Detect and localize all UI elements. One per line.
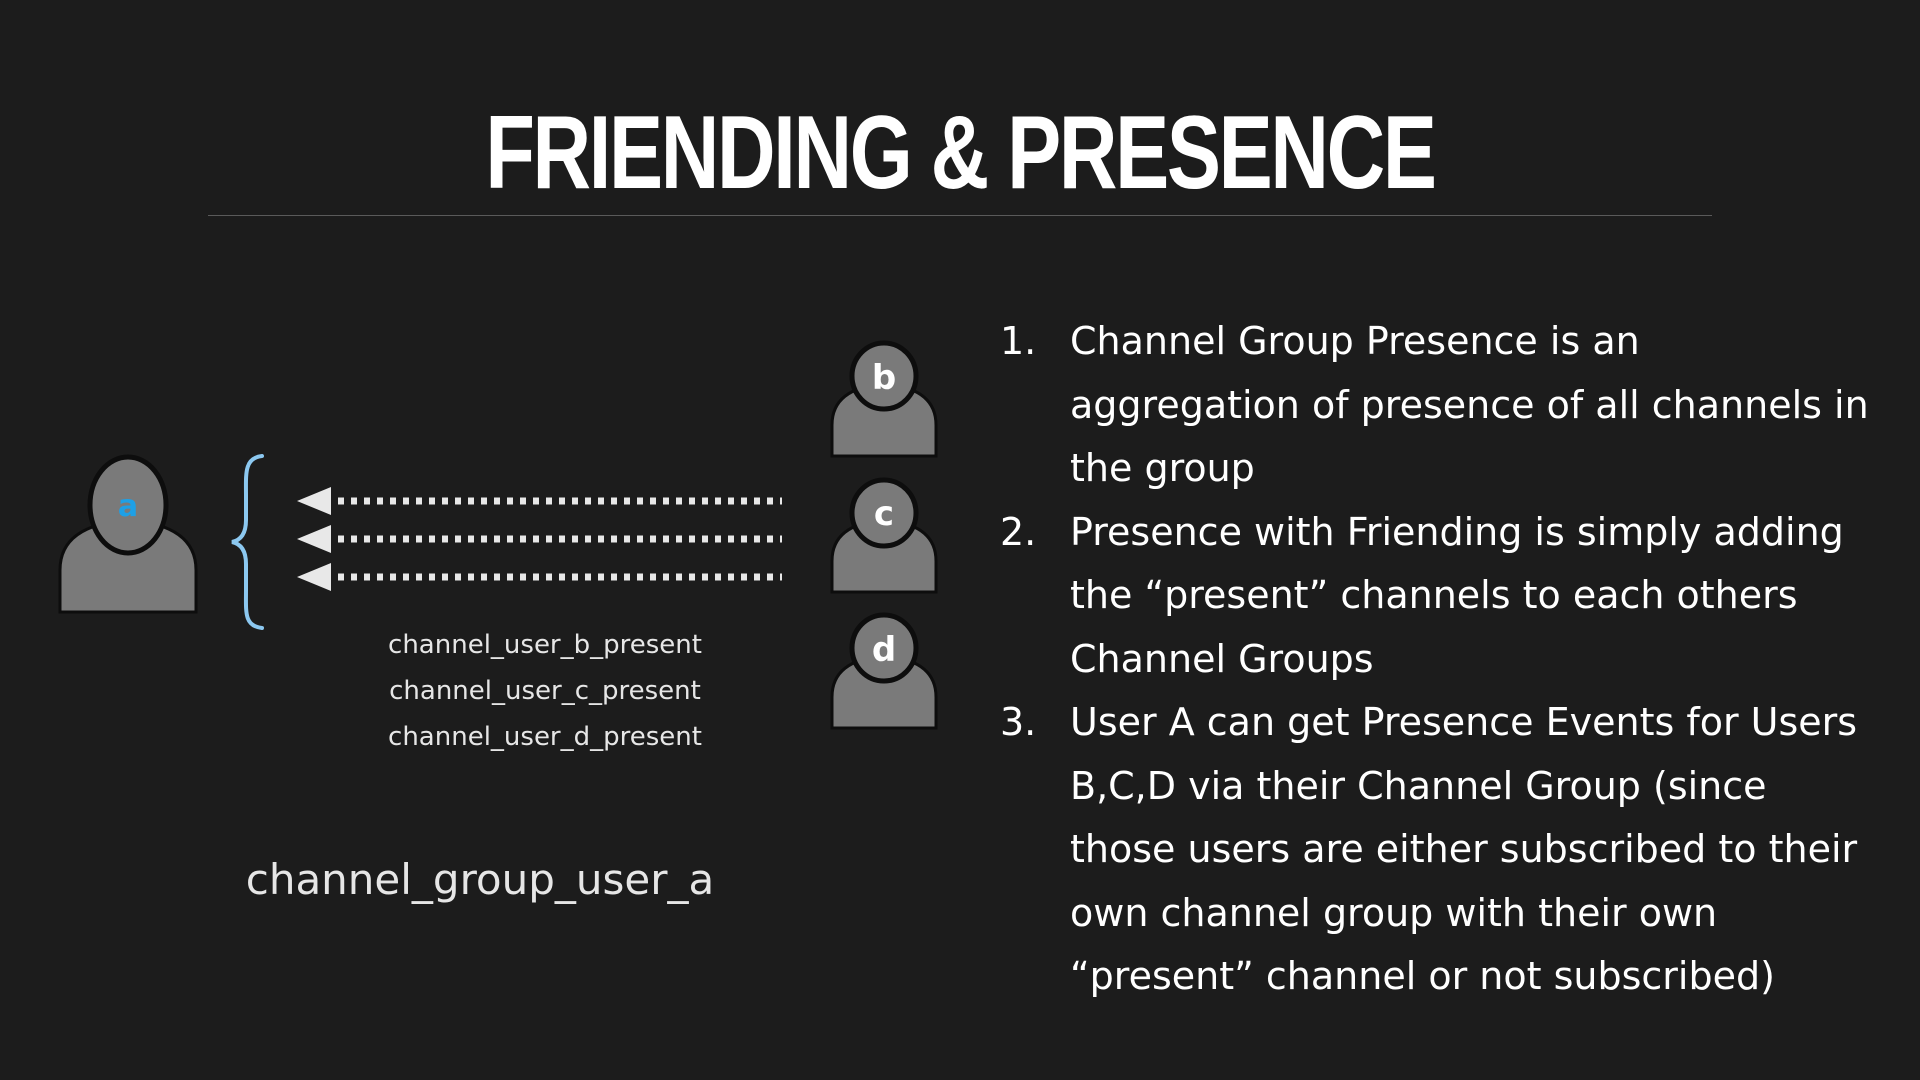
arrow-c-head [297,525,331,553]
channel-item-d: channel_user_d_present [388,722,702,752]
item-number: 1. [1000,319,1037,363]
user-b-avatar: b [830,340,938,458]
item-text: Presence with Friending is simply adding… [1070,509,1844,681]
user-d-avatar: d [830,612,938,730]
channel-item-c: channel_user_c_present [389,676,701,706]
item-text: User A can get Presence Events for Users… [1070,700,1858,998]
arrow-c [297,525,782,553]
user-c-label: c [874,494,894,534]
explanation-list: 1. Channel Group Presence is an aggregat… [1000,310,1880,1009]
item-text: Channel Group Presence is an aggregation… [1070,319,1869,490]
arrow-d [297,563,782,591]
channel-group-name: channel_group_user_a [245,855,715,904]
arrow-b [297,487,782,515]
item-number: 2. [1000,509,1037,554]
user-a-avatar: a [58,454,198,614]
curly-brace [231,454,264,630]
arrow-d-head [297,563,331,591]
user-a-label: a [118,489,138,524]
user-b-label: b [872,358,896,398]
arrow-b-head [297,487,331,515]
slide: FRIENDING & PRESENCE a b c d channel_use… [0,0,1920,1080]
explanation-item: 1. Channel Group Presence is an aggregat… [1000,310,1880,501]
explanation-item: 3. User A can get Presence Events for Us… [1000,691,1880,1009]
presence-diagram: a b c d [58,340,938,730]
channel-list: channel_user_b_present channel_user_c_pr… [330,622,760,760]
explanation-item: 2. Presence with Friending is simply add… [1000,501,1880,692]
channel-item-b: channel_user_b_present [388,630,702,660]
item-number: 3. [1000,700,1037,744]
user-d-label: d [872,630,896,670]
user-c-avatar: c [830,477,938,594]
